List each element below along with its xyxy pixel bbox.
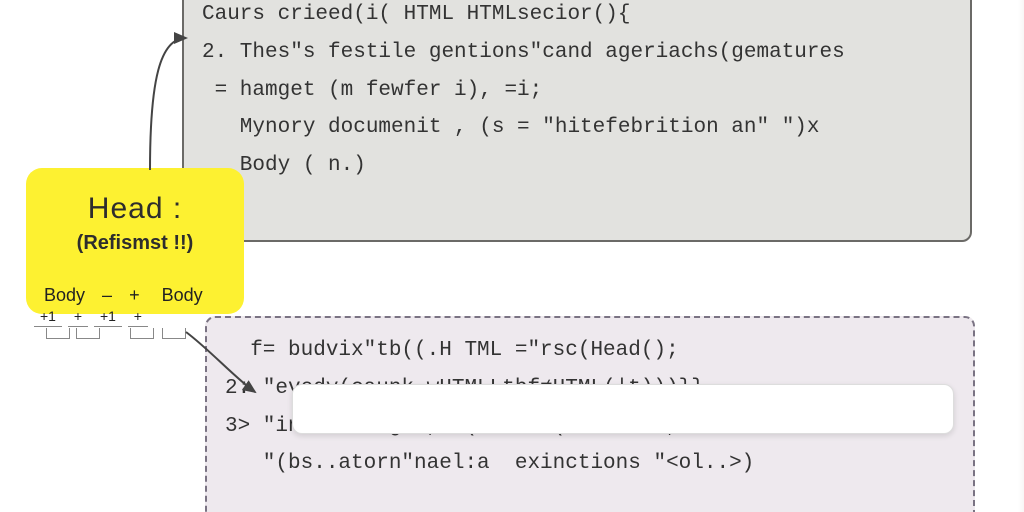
callout-title: Head :	[26, 192, 244, 226]
cell: +	[68, 308, 88, 327]
code-line: f= budvix"tb((.H TML ="rsc(Head();	[225, 332, 955, 370]
cell: +1	[34, 308, 62, 327]
label: Body	[44, 285, 85, 306]
cell: +1	[94, 308, 122, 327]
code-line: 2. Thes"s festile gentions"cand ageriach…	[202, 34, 952, 72]
code-box-top: Caurs crieed(i( HTML HTMLsecior(){ 2. Th…	[182, 0, 972, 242]
code-line: = hamget (m fewfer i), =i;	[202, 72, 952, 110]
inner-highlight-box	[292, 384, 954, 434]
code-line: Mynory documenit , (s = "hitefebrition a…	[202, 109, 952, 147]
label: Body	[162, 285, 203, 306]
bracket-icon	[46, 328, 70, 339]
body-labels: Body – + Body	[38, 285, 209, 306]
callout-subtitle: (Refismst !!)	[26, 232, 244, 255]
code-line: Body ( n.)	[202, 147, 952, 185]
code-line: "(bs..atorn"nael:a exinctions "<ol..>)	[225, 445, 955, 483]
bracket-icon	[76, 328, 100, 339]
page-edge-shadow	[1018, 0, 1024, 512]
bracket-icon	[162, 328, 186, 339]
cell: +	[128, 308, 148, 327]
label: –	[102, 285, 112, 306]
code-line: Caurs crieed(i( HTML HTMLsecior(){	[202, 0, 952, 34]
plus-row: +1 + +1 +	[34, 308, 150, 327]
label: +	[129, 285, 140, 306]
bracket-icon	[130, 328, 154, 339]
